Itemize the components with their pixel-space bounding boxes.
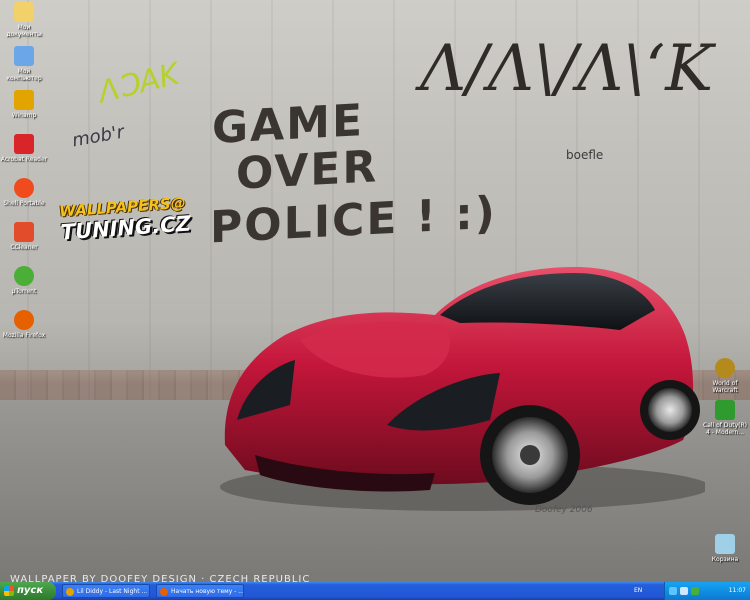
desktop-icon-label: Мой компьютер (6, 68, 42, 82)
sports-car-image (220, 267, 705, 511)
graffiti-green-tag: ɅƆAK (94, 56, 183, 111)
desktop-icon-winamp[interactable]: Winamp (0, 90, 48, 119)
desktop-icon-label: Mozilla Firefox (2, 332, 46, 339)
taskbar-button-media-player[interactable]: Lil Diddy - Last Night ... (62, 584, 150, 598)
desktop-icon-ccleaner[interactable]: CCleaner (0, 222, 48, 251)
desktop-icon-utorrent[interactable]: µTorrent (0, 266, 48, 295)
acrobat-icon (14, 134, 34, 154)
taskbar-button-label: Lil Diddy - Last Night ... (77, 588, 148, 595)
taskbar-button-firefox[interactable]: Начать новую тему - ... (156, 584, 244, 598)
system-tray: 11:07 (664, 582, 750, 600)
utorrent-tray-icon[interactable] (691, 587, 699, 595)
language-indicator[interactable]: EN (634, 582, 642, 600)
start-button[interactable]: пуск (0, 582, 56, 600)
taskbar-clock[interactable]: 11:07 (729, 582, 746, 600)
desktop-icon-label: Acrobat Reader (0, 156, 48, 163)
network-tray-icon[interactable] (669, 587, 677, 595)
ccleaner-icon (14, 222, 34, 242)
taskbar: пуск Lil Diddy - Last Night ... Начать н… (0, 582, 750, 600)
desktop-icon-shell[interactable]: Shell Portable (0, 178, 48, 207)
graffiti-over: OVER (236, 141, 379, 200)
desktop-icon-warcraft[interactable]: World of Warcraft (701, 358, 749, 394)
desktop-icon-label: CCleaner (10, 244, 38, 251)
desktop-icon-my-documents[interactable]: Мои документы (0, 2, 48, 38)
firefox-icon (160, 588, 168, 596)
my-documents-icon (14, 2, 34, 22)
recycle-bin-icon (715, 534, 735, 554)
volume-tray-icon[interactable] (680, 587, 688, 595)
call-of-duty-icon (715, 400, 735, 420)
wallpaper-signature: Doofey 2006 (535, 505, 593, 515)
desktop-icon-label: Shell Portable (3, 200, 45, 207)
desktop-icon-firefox[interactable]: Mozilla Firefox (0, 310, 48, 339)
desktop-icon-label: Корзина (711, 556, 739, 563)
wallpaper-credit: WALLPAPER BY DOOFEY DESIGN · CZECH REPUB… (10, 574, 311, 582)
graffiti-signature-tag: boefle (566, 148, 604, 162)
warcraft-icon (715, 358, 735, 378)
media-player-icon (66, 588, 74, 596)
graffiti-side-tag: Λ/Λ\/Λ\ʻK (420, 32, 714, 106)
desktop-icon-acrobat[interactable]: Acrobat Reader (0, 134, 48, 163)
graffiti-small-tag: mob'r (70, 121, 126, 152)
firefox-icon (14, 310, 34, 330)
wallpaper-logo: WALLPAPERS@ TUNING.CZ (59, 194, 192, 245)
windows-logo-icon (4, 586, 14, 596)
desktop-icon-label: World of Warcraft (712, 380, 738, 394)
desktop[interactable]: GAME OVER POLICE ! :) Λ/Λ\/Λ\ʻK ɅƆAK mob… (0, 0, 750, 582)
desktop-icon-label: Call of Duty(R) 4 - Modern... (703, 422, 747, 436)
desktop-icon-label: µTorrent (11, 288, 37, 295)
desktop-icon-label: Мои документы (6, 24, 42, 38)
desktop-icon-recycle-bin[interactable]: Корзина (701, 534, 749, 563)
desktop-icon-label: Winamp (11, 112, 37, 119)
start-button-label: пуск (17, 585, 44, 596)
desktop-icon-call-of-duty[interactable]: Call of Duty(R) 4 - Modern... (701, 400, 749, 436)
my-computer-icon (14, 46, 34, 66)
taskbar-button-label: Начать новую тему - ... (171, 588, 244, 595)
utorrent-icon (14, 266, 34, 286)
shell-icon (14, 178, 34, 198)
desktop-icon-my-computer[interactable]: Мой компьютер (0, 46, 48, 82)
winamp-icon (14, 90, 34, 110)
